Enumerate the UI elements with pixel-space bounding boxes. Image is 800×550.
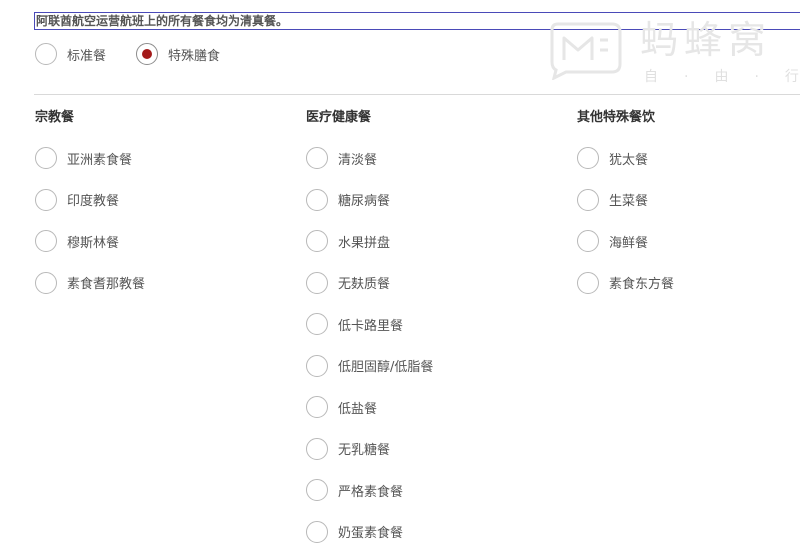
meal-option-label: 素食耆那教餐: [67, 277, 146, 292]
meal-option-label: 亚洲素食餐: [67, 152, 133, 168]
radio-button[interactable]: [306, 147, 328, 169]
meal-option[interactable]: 海鲜餐: [577, 229, 674, 253]
meal-option-label: 严格素食餐: [338, 484, 404, 500]
meal-option[interactable]: 素食耆那教餐: [35, 271, 145, 295]
radio-dot: [142, 49, 153, 59]
meal-option[interactable]: 亚洲素食餐: [35, 146, 145, 170]
meal-option[interactable]: 生菜餐: [577, 188, 674, 212]
meal-option[interactable]: 低胆固醇/低脂餐: [306, 354, 433, 378]
radio-button[interactable]: [577, 230, 599, 252]
column-religious-meals: 宗教餐 亚洲素食餐印度教餐穆斯林餐素食耆那教餐: [35, 108, 145, 312]
radio-button[interactable]: [306, 313, 328, 335]
column-title: 医疗健康餐: [306, 110, 372, 125]
meal-option[interactable]: 清淡餐: [306, 146, 433, 170]
meal-option[interactable]: 低卡路里餐: [306, 312, 433, 336]
meal-option[interactable]: 素食东方餐: [577, 271, 674, 295]
halal-notice: 阿联酋航空运营航班上的所有餐食均为清真餐。: [34, 12, 800, 30]
meal-option-label: 奶蛋素食餐: [338, 526, 404, 541]
meal-option[interactable]: 水果拼盘: [306, 229, 433, 253]
meal-option-label: 生菜餐: [609, 194, 649, 209]
meal-option[interactable]: 糖尿病餐: [306, 188, 433, 212]
meal-option[interactable]: 穆斯林餐: [35, 229, 145, 253]
radio-button[interactable]: [577, 271, 599, 294]
meal-option-label: 无乳糖餐: [338, 443, 391, 458]
meal-option-label: 低卡路里餐: [338, 318, 404, 334]
meal-option-label: 水果拼盘: [338, 235, 391, 251]
meal-option-label: 清淡餐: [338, 152, 378, 168]
radio-button[interactable]: [35, 147, 57, 169]
radio-button[interactable]: [306, 520, 328, 543]
column-title: 宗教餐: [35, 110, 75, 125]
radio-button[interactable]: [306, 271, 328, 294]
radio-button[interactable]: [306, 230, 328, 252]
column-title: 其他特殊餐饮: [577, 110, 656, 125]
meal-option[interactable]: 印度教餐: [35, 188, 145, 212]
column-other-meals: 其他特殊餐饮 犹太餐生菜餐海鲜餐素食东方餐: [577, 108, 674, 312]
radio-button[interactable]: [306, 437, 328, 460]
radio-button[interactable]: [306, 188, 328, 211]
meal-option-label: 低胆固醇/低脂餐: [338, 360, 434, 375]
meal-option-label: 糖尿病餐: [338, 194, 391, 209]
radio-label: 标准餐: [67, 48, 107, 64]
meal-type-selector: 标准餐 特殊膳食: [35, 41, 250, 67]
section-divider: [34, 94, 800, 95]
meal-option[interactable]: 严格素食餐: [306, 478, 433, 502]
meal-option[interactable]: 无麸质餐: [306, 271, 433, 295]
meal-preference-page: 阿联酋航空运营航班上的所有餐食均为清真餐。 标准餐 特殊膳食 宗教餐 亚洲素食餐…: [0, 0, 800, 550]
column-medical-meals: 医疗健康餐 清淡餐糖尿病餐水果拼盘无麸质餐低卡路里餐低胆固醇/低脂餐 低盐餐无乳糖…: [306, 108, 433, 550]
radio-button[interactable]: [577, 147, 599, 169]
meal-option[interactable]: 奶蛋素食餐: [306, 520, 433, 544]
radio-button[interactable]: [306, 396, 328, 418]
radio-label: 特殊膳食: [168, 48, 221, 64]
radio-button[interactable]: [577, 188, 599, 211]
meal-option[interactable]: 无乳糖餐: [306, 437, 433, 461]
meal-option-label: 穆斯林餐: [67, 235, 120, 251]
meal-type-option-standard[interactable]: 标准餐: [35, 43, 106, 65]
meal-option-label: 低盐餐: [338, 401, 378, 417]
radio-button[interactable]: [306, 354, 328, 377]
option-list: 清淡餐糖尿病餐水果拼盘无麸质餐低卡路里餐低胆固醇/低脂餐 低盐餐无乳糖餐严格素食餐…: [306, 146, 433, 544]
meal-type-option-special[interactable]: 特殊膳食: [136, 43, 220, 65]
watermark-slogan: 自·由·行: [644, 69, 799, 85]
meal-option[interactable]: 低盐餐: [306, 395, 433, 419]
radio-button[interactable]: [136, 43, 159, 65]
radio-button[interactable]: [35, 230, 57, 252]
meal-option-label: 犹太餐: [609, 152, 649, 168]
meal-option[interactable]: 犹太餐: [577, 146, 674, 170]
meal-option-label: 海鲜餐: [609, 235, 649, 251]
radio-button[interactable]: [35, 188, 57, 211]
option-list: 犹太餐生菜餐海鲜餐素食东方餐: [577, 146, 674, 295]
meal-option-label: 印度教餐: [67, 194, 120, 209]
meal-option-label: 素食东方餐: [609, 277, 675, 292]
radio-button[interactable]: [35, 43, 57, 65]
radio-button[interactable]: [306, 479, 328, 501]
option-list: 亚洲素食餐印度教餐穆斯林餐素食耆那教餐: [35, 146, 145, 295]
radio-button[interactable]: [35, 271, 57, 294]
meal-option-label: 无麸质餐: [338, 277, 391, 292]
